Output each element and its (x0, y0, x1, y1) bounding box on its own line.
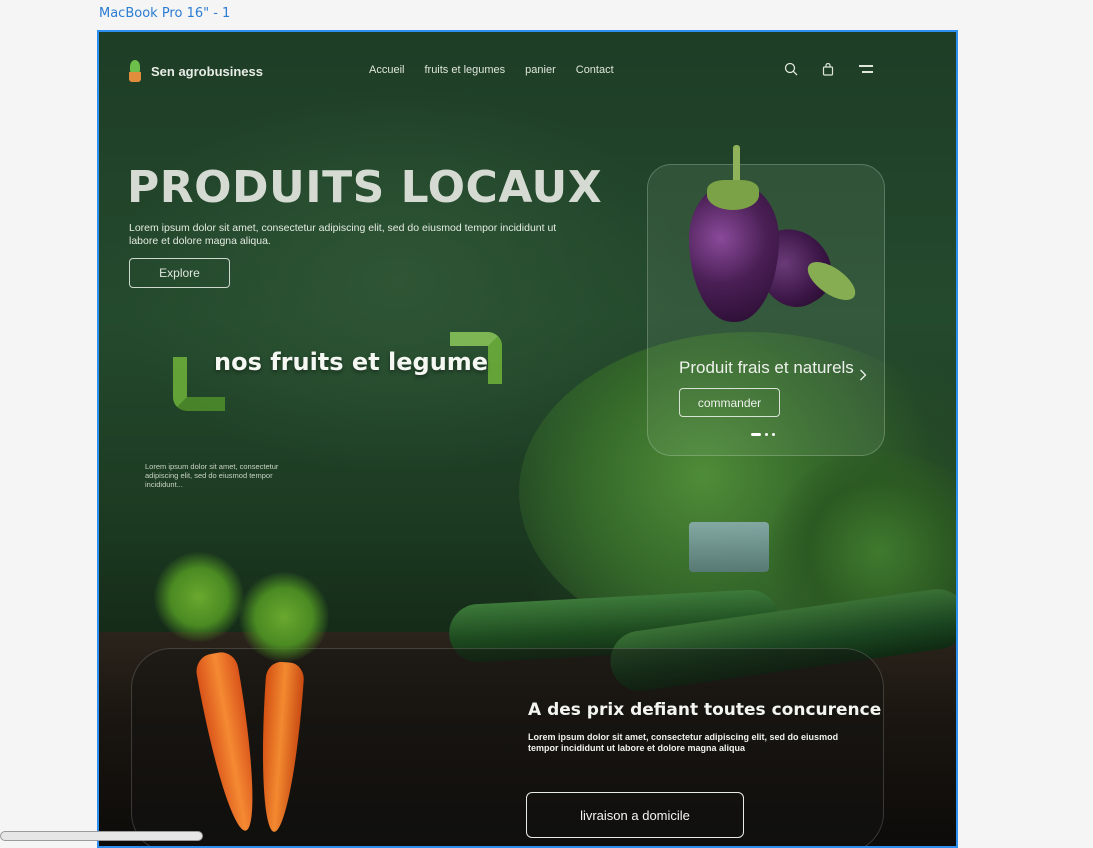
nav-link-contact[interactable]: Contact (576, 64, 614, 76)
nav-link-panier[interactable]: panier (525, 64, 556, 76)
commander-button[interactable]: commander (679, 388, 780, 417)
explore-button[interactable]: Explore (129, 258, 230, 288)
nav-links: Accueil fruits et legumes panier Contact (369, 64, 614, 76)
menu-icon[interactable] (858, 64, 874, 74)
carousel-dots (751, 433, 775, 436)
carousel-dot[interactable] (765, 433, 768, 436)
section-title: nos fruits et legume (214, 348, 489, 376)
brand-name: Sen agrobusiness (151, 63, 263, 79)
brand-logo[interactable]: Sen agrobusiness (127, 60, 263, 82)
carousel-dot-active[interactable] (751, 433, 761, 436)
hero-title: PRODUITS LOCAUX (127, 162, 603, 213)
livraison-button[interactable]: livraison a domicile (526, 792, 744, 838)
search-icon[interactable] (784, 62, 798, 76)
carousel-dot[interactable] (772, 433, 775, 436)
horizontal-scrollbar[interactable] (0, 831, 203, 841)
chevron-right-icon[interactable] (859, 368, 867, 386)
carrot-leaves-image (154, 552, 244, 642)
section-description: Lorem ipsum dolor sit amet, consectetur … (145, 462, 279, 489)
carrot-leaves-image-2 (239, 572, 329, 662)
nav-icons (784, 62, 874, 76)
hero-description: Lorem ipsum dolor sit amet, consectetur … (129, 222, 557, 247)
jar-image (689, 522, 769, 572)
nav-link-fruits-et-legumes[interactable]: fruits et legumes (424, 64, 505, 76)
promo-description: Lorem ipsum dolor sit amet, consectetur … (528, 732, 839, 753)
eggplant-stem (733, 145, 740, 185)
promo-title: A des prix defiant toutes concurence (528, 700, 882, 720)
artboard-frame: Sen agrobusiness Accueil fruits et legum… (97, 30, 958, 848)
plant-icon (127, 60, 143, 82)
product-card-title: Produit frais et naturels (679, 358, 854, 377)
frame-label[interactable]: MacBook Pro 16" - 1 (99, 6, 230, 21)
eggplant-cap (707, 180, 759, 210)
nav-link-accueil[interactable]: Accueil (369, 64, 404, 76)
shopping-bag-icon[interactable] (822, 62, 834, 76)
